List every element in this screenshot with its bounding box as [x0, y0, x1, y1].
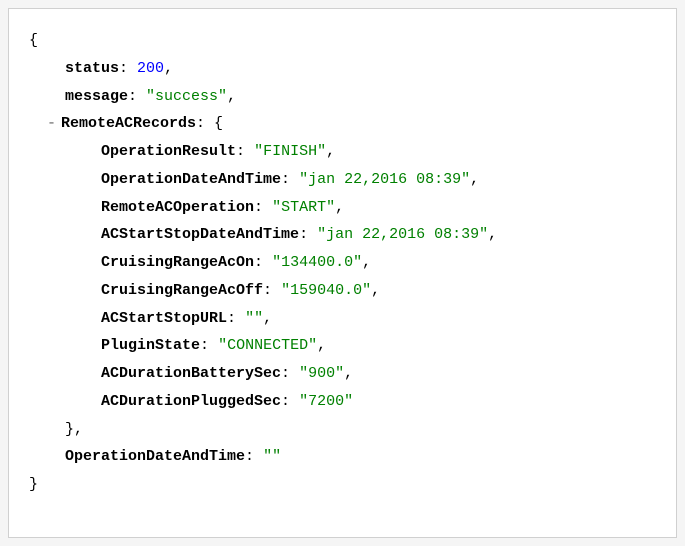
plugin-state-line: PluginState: "CONNECTED",: [29, 332, 656, 360]
ac-duration-battery-line: ACDurationBatterySec: "900",: [29, 360, 656, 388]
close-brace: }: [29, 471, 656, 499]
ac-duration-plugged-value: "7200": [299, 393, 353, 410]
operation-result-line: OperationResult: "FINISH",: [29, 138, 656, 166]
operation-date-key: OperationDateAndTime: [101, 171, 281, 188]
outer-operation-date-value: "": [263, 448, 281, 465]
cruising-range-on-value: "134400.0": [272, 254, 362, 271]
remote-ac-operation-line: RemoteACOperation: "START",: [29, 194, 656, 222]
operation-date-line: OperationDateAndTime: "jan 22,2016 08:39…: [29, 166, 656, 194]
ac-start-stop-date-key: ACStartStopDateAndTime: [101, 226, 299, 243]
ac-duration-plugged-key: ACDurationPluggedSec: [101, 393, 281, 410]
cruising-range-off-line: CruisingRangeAcOff: "159040.0",: [29, 277, 656, 305]
remote-ac-operation-key: RemoteACOperation: [101, 199, 254, 216]
json-viewer: { status: 200, message: "success", -Remo…: [8, 8, 677, 538]
plugin-state-key: PluginState: [101, 337, 200, 354]
message-key: message: [65, 88, 128, 105]
outer-operation-date-line: OperationDateAndTime: "": [29, 443, 656, 471]
ac-start-stop-date-value: "jan 22,2016 08:39": [317, 226, 488, 243]
ac-duration-battery-key: ACDurationBatterySec: [101, 365, 281, 382]
ac-duration-plugged-line: ACDurationPluggedSec: "7200": [29, 388, 656, 416]
collapse-toggle-icon[interactable]: -: [47, 110, 61, 138]
inner-close-brace: },: [29, 416, 656, 444]
message-line: message: "success",: [29, 83, 656, 111]
message-value: "success": [146, 88, 227, 105]
open-brace: {: [29, 27, 656, 55]
remote-ac-operation-value: "START": [272, 199, 335, 216]
ac-duration-battery-value: "900": [299, 365, 344, 382]
cruising-range-on-line: CruisingRangeAcOn: "134400.0",: [29, 249, 656, 277]
cruising-range-on-key: CruisingRangeAcOn: [101, 254, 254, 271]
ac-start-stop-url-line: ACStartStopURL: "",: [29, 305, 656, 333]
status-line: status: 200,: [29, 55, 656, 83]
outer-operation-date-key: OperationDateAndTime: [65, 448, 245, 465]
plugin-state-value: "CONNECTED": [218, 337, 317, 354]
remote-ac-records-line: -RemoteACRecords: {: [29, 110, 656, 138]
operation-result-key: OperationResult: [101, 143, 236, 160]
ac-start-stop-url-key: ACStartStopURL: [101, 310, 227, 327]
ac-start-stop-url-value: "": [245, 310, 263, 327]
remote-ac-records-key: RemoteACRecords: [61, 115, 196, 132]
status-key: status: [65, 60, 119, 77]
ac-start-stop-date-line: ACStartStopDateAndTime: "jan 22,2016 08:…: [29, 221, 656, 249]
operation-date-value: "jan 22,2016 08:39": [299, 171, 470, 188]
cruising-range-off-value: "159040.0": [281, 282, 371, 299]
status-value: 200: [137, 60, 164, 77]
cruising-range-off-key: CruisingRangeAcOff: [101, 282, 263, 299]
operation-result-value: "FINISH": [254, 143, 326, 160]
